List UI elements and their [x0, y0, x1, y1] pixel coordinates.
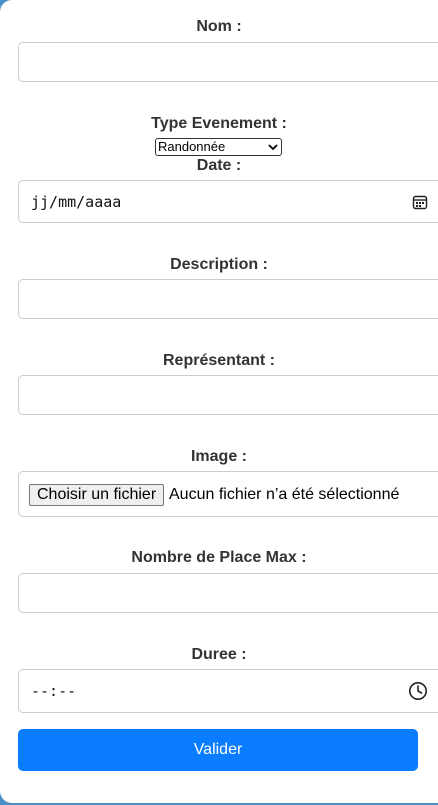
nombre-place-max-input[interactable] — [18, 573, 438, 613]
date-label: Date : — [196, 157, 242, 174]
date-placeholder: jj/mm/aaaa — [31, 193, 122, 211]
choose-file-button[interactable]: Choisir un fichier — [29, 484, 165, 506]
calendar-icon[interactable] — [412, 194, 428, 210]
duree-placeholder: --:-- — [31, 682, 77, 700]
image-label: Image : — [190, 448, 247, 465]
type-evenement-selected: Randonnée — [158, 139, 226, 154]
representant-input[interactable] — [18, 375, 438, 415]
description-input[interactable] — [18, 279, 438, 319]
representant-label: Représentant : — [162, 352, 276, 369]
duree-label: Duree : — [191, 646, 247, 663]
nom-label: Nom : — [196, 18, 242, 35]
nom-input[interactable] — [18, 42, 438, 82]
file-status-text: Aucun fichier n’a été sélectionné — [169, 486, 400, 503]
valider-button[interactable]: Valider — [18, 729, 418, 771]
nombre-place-max-label: Nombre de Place Max : — [131, 549, 307, 566]
date-input[interactable]: jj/mm/aaaa — [18, 180, 438, 223]
type-evenement-select[interactable]: Randonnée — [155, 138, 282, 156]
duree-input[interactable]: --:-- — [18, 669, 438, 713]
clock-icon[interactable] — [408, 681, 428, 701]
chevron-down-icon — [268, 144, 278, 151]
description-label: Description : — [170, 256, 268, 273]
type-evenement-label: Type Evenement : — [151, 115, 287, 132]
image-file-input[interactable]: Choisir un fichier Aucun fichier n’a été… — [18, 471, 438, 517]
event-form-card: Nom : Type Evenement : Randonnée Date : … — [0, 0, 438, 803]
